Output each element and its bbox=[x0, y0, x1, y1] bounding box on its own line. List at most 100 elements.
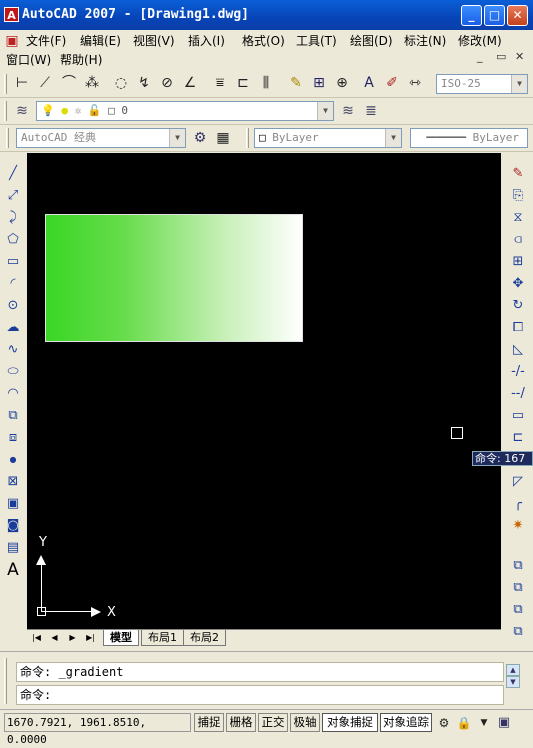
mdi-close-button[interactable]: ✕ bbox=[515, 50, 524, 63]
chevron-down-icon[interactable]: ▼ bbox=[511, 75, 527, 93]
menu-draw[interactable]: 绘图(D) bbox=[350, 32, 393, 49]
chevron-down-icon[interactable]: ▼ bbox=[169, 129, 185, 147]
region-icon[interactable]: ◙ bbox=[3, 516, 23, 536]
menu-format[interactable]: 格式(O) bbox=[242, 32, 285, 49]
quick-dimension-icon[interactable]: ⩸ bbox=[210, 73, 230, 93]
tab-layout2[interactable]: 布局2 bbox=[183, 630, 226, 646]
menu-edit[interactable]: 编辑(E) bbox=[80, 32, 121, 49]
next-tab-button[interactable]: ▶ bbox=[65, 631, 80, 645]
copy-icon[interactable]: ⎘ bbox=[508, 186, 528, 206]
color-control-select[interactable]: □ ByLayer ▼ bbox=[254, 128, 402, 148]
continue-dimension-icon[interactable]: ⫼ bbox=[256, 73, 276, 93]
workspace-select[interactable]: AutoCAD 经典 ▼ bbox=[16, 128, 186, 148]
drawing-canvas[interactable]: Y X bbox=[27, 153, 501, 629]
object-snap-toggle[interactable]: 对象捕捉 bbox=[322, 713, 378, 732]
toolbar-grip[interactable] bbox=[4, 74, 7, 94]
menu-dimension[interactable]: 标注(N) bbox=[404, 32, 446, 49]
minimize-button[interactable]: _ bbox=[461, 5, 482, 26]
gradient-hatch-rectangle[interactable] bbox=[45, 214, 303, 342]
clean-screen-icon[interactable]: ▣ bbox=[494, 713, 514, 733]
autocad-app-icon[interactable]: A bbox=[4, 7, 19, 22]
diameter-dimension-icon[interactable]: ⊘ bbox=[157, 73, 177, 93]
angular-dimension-icon[interactable]: ∠ bbox=[180, 73, 200, 93]
dimension-update-icon[interactable]: ⇿ bbox=[405, 73, 425, 93]
erase-icon[interactable]: ✎ bbox=[508, 164, 528, 184]
workspace-save-icon[interactable]: ▦ bbox=[213, 128, 233, 148]
bring-above-icon[interactable]: ⧉ bbox=[508, 622, 528, 642]
chevron-down-icon[interactable]: ▼ bbox=[385, 129, 401, 147]
offset-icon[interactable]: ⫏ bbox=[508, 230, 528, 250]
hatch-icon[interactable]: ⊠ bbox=[3, 472, 23, 492]
make-block-icon[interactable]: ⧈ bbox=[3, 428, 23, 448]
construction-line-icon[interactable]: ⤢ bbox=[3, 186, 23, 206]
grid-toggle[interactable]: 栅格 bbox=[226, 713, 256, 732]
close-button[interactable]: ✕ bbox=[507, 5, 528, 26]
rectangle-icon[interactable]: ▭ bbox=[3, 252, 23, 272]
spline-icon[interactable]: ∿ bbox=[3, 340, 23, 360]
layer-properties-icon[interactable]: ≋ bbox=[12, 101, 32, 121]
jogged-dimension-icon[interactable]: ↯ bbox=[134, 73, 154, 93]
first-tab-button[interactable]: |◀ bbox=[29, 631, 44, 645]
maximize-button[interactable]: □ bbox=[484, 5, 505, 26]
tab-model[interactable]: 模型 bbox=[103, 630, 139, 646]
break-at-point-icon[interactable]: ▭ bbox=[508, 406, 528, 426]
menu-window[interactable]: 窗口(W) bbox=[6, 51, 51, 68]
polygon-icon[interactable]: ⬠ bbox=[3, 230, 23, 250]
baseline-dimension-icon[interactable]: ⊏ bbox=[233, 73, 253, 93]
break-icon[interactable]: ⊏ bbox=[508, 428, 528, 448]
workspace-settings-icon[interactable]: ⚙ bbox=[190, 128, 210, 148]
arc-icon[interactable]: ◜ bbox=[3, 274, 23, 294]
radius-dimension-icon[interactable]: ◌ bbox=[111, 73, 131, 93]
fillet-icon[interactable]: ╭ bbox=[508, 494, 528, 514]
rotate-icon[interactable]: ↻ bbox=[508, 296, 528, 316]
explode-icon[interactable]: ✷ bbox=[508, 516, 528, 536]
menu-tools[interactable]: 工具(T) bbox=[296, 32, 337, 49]
table-icon[interactable]: ▤ bbox=[3, 538, 23, 558]
dimension-edit-icon[interactable]: A bbox=[359, 73, 379, 93]
center-mark-icon[interactable]: ⊕ bbox=[332, 73, 352, 93]
revision-cloud-icon[interactable]: ☁ bbox=[3, 318, 23, 338]
menu-view[interactable]: 视图(V) bbox=[133, 32, 175, 49]
scale-icon[interactable]: ⧠ bbox=[508, 318, 528, 338]
ordinate-dimension-icon[interactable]: ⁂ bbox=[82, 73, 102, 93]
mirror-icon[interactable]: ⧖ bbox=[508, 208, 528, 228]
line-icon[interactable]: ╱ bbox=[3, 164, 23, 184]
chamfer-icon[interactable]: ◸ bbox=[508, 472, 528, 492]
insert-block-icon[interactable]: ⧉ bbox=[3, 406, 23, 426]
tolerance-icon[interactable]: ⊞ bbox=[309, 73, 329, 93]
draw-order-icon[interactable]: ⧉ bbox=[508, 556, 528, 576]
last-tab-button[interactable]: ▶| bbox=[83, 631, 98, 645]
menu-modify[interactable]: 修改(M) bbox=[458, 32, 502, 49]
stretch-icon[interactable]: ◺ bbox=[508, 340, 528, 360]
ortho-toggle[interactable]: 正交 bbox=[258, 713, 288, 732]
arc-length-icon[interactable]: ⌒ bbox=[59, 73, 79, 93]
toolbar-grip[interactable] bbox=[6, 128, 9, 148]
mdi-minimize-button[interactable]: _ bbox=[477, 50, 483, 63]
point-icon[interactable]: ● bbox=[3, 450, 23, 470]
command-window-grip[interactable] bbox=[4, 658, 7, 704]
document-icon[interactable]: ▣ bbox=[2, 31, 22, 51]
move-icon[interactable]: ✥ bbox=[508, 274, 528, 294]
snap-toggle[interactable]: 捕捉 bbox=[194, 713, 224, 732]
menu-help[interactable]: 帮助(H) bbox=[60, 51, 102, 68]
gradient-icon[interactable]: ▣ bbox=[3, 494, 23, 514]
extend-icon[interactable]: --/ bbox=[508, 384, 528, 404]
trim-icon[interactable]: -/- bbox=[508, 362, 528, 382]
layer-previous-icon[interactable]: ≣ bbox=[361, 101, 381, 121]
object-tracking-toggle[interactable]: 对象追踪 bbox=[380, 713, 432, 732]
toolbar-grip[interactable] bbox=[4, 101, 7, 121]
previous-tab-button[interactable]: ◀ bbox=[47, 631, 62, 645]
scroll-up-button[interactable]: ▲ bbox=[506, 664, 520, 676]
dimension-text-edit-icon[interactable]: ✐ bbox=[382, 73, 402, 93]
mdi-restore-button[interactable]: ▭ bbox=[496, 50, 506, 63]
communication-center-icon[interactable]: ⚙ bbox=[434, 713, 454, 733]
dimension-style-select[interactable]: ISO-25 ▼ bbox=[436, 74, 528, 94]
command-input[interactable]: 命令: bbox=[16, 685, 504, 705]
polyline-icon[interactable]: ⤸ bbox=[3, 208, 23, 228]
menu-file[interactable]: 文件(F) bbox=[26, 32, 66, 49]
layer-select[interactable]: 💡 ● ✲ 🔓 □ 0 ▼ bbox=[36, 101, 334, 121]
linetype-control-select[interactable]: ────── ByLayer bbox=[410, 128, 528, 148]
array-icon[interactable]: ⊞ bbox=[508, 252, 528, 272]
tab-layout1[interactable]: 布局1 bbox=[141, 630, 184, 646]
toolbar-lock-icon[interactable]: 🔒 bbox=[454, 713, 474, 733]
